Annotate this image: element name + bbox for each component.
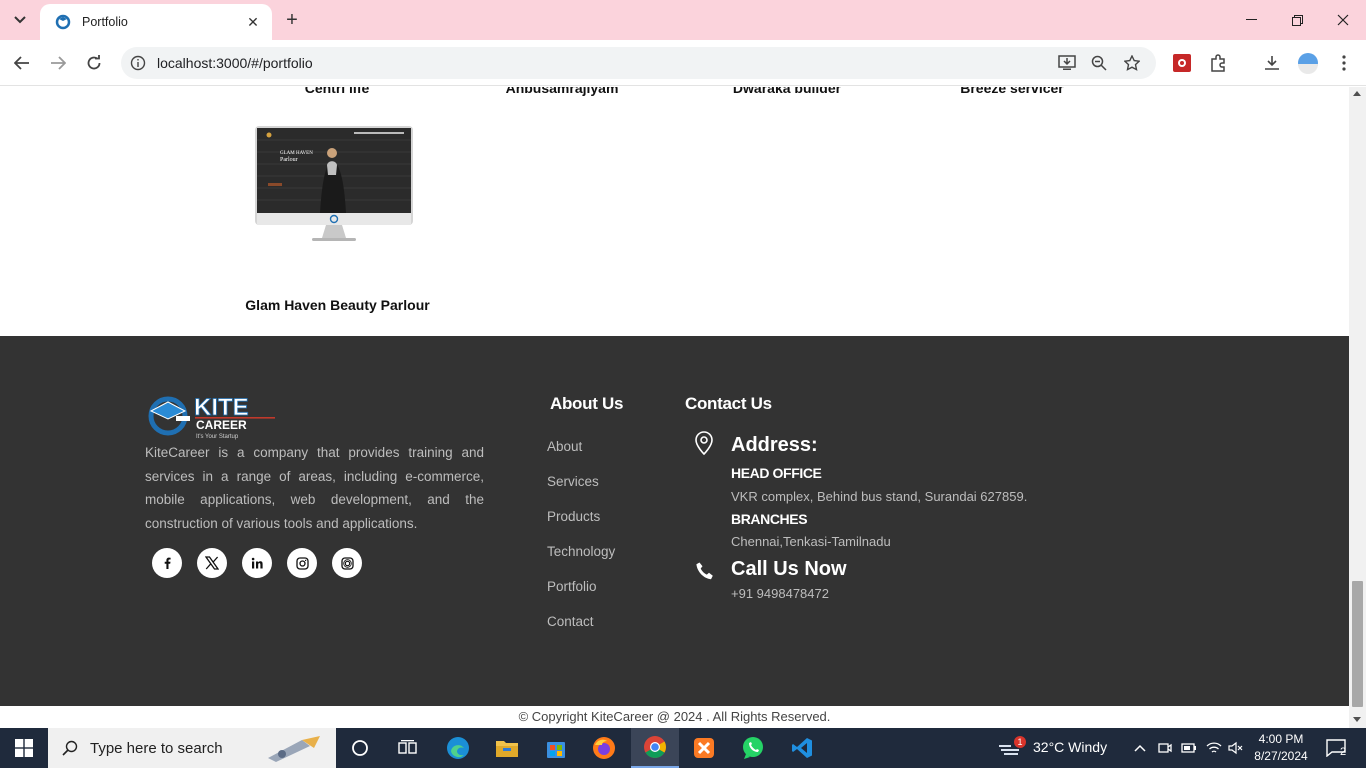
notifications-count: 2: [1340, 746, 1347, 758]
profile-avatar-icon[interactable]: [1293, 48, 1323, 78]
search-placeholder: Type here to search: [90, 739, 223, 757]
footer-link-about[interactable]: About: [547, 439, 582, 454]
minimize-window-icon[interactable]: [1228, 0, 1274, 40]
show-hidden-icons-chevron-icon[interactable]: [1128, 728, 1152, 768]
task-view-icon[interactable]: [384, 728, 432, 768]
weather-text[interactable]: 32°C Windy: [1033, 739, 1107, 755]
company-description: KiteCareer is a company that provides tr…: [145, 445, 484, 531]
extensions-puzzle-icon[interactable]: [1203, 48, 1233, 78]
tab-title: Portfolio: [82, 15, 128, 29]
page-scrollbar[interactable]: [1349, 87, 1366, 728]
site-footer: KITE CAREER It's Your Startup KiteCareer…: [0, 336, 1349, 706]
search-highlight-art-icon: [262, 732, 326, 768]
scroll-down-arrow-icon[interactable]: [1353, 717, 1361, 722]
browser-tabbar: Portfolio ✕ +: [0, 0, 1366, 40]
file-explorer-icon[interactable]: [483, 728, 531, 768]
url-text: localhost:3000/#/portfolio: [157, 55, 313, 71]
taskbar-search-box[interactable]: Type here to search: [48, 728, 336, 768]
tab-search-chevron-icon[interactable]: [6, 7, 34, 33]
browser-tab-portfolio[interactable]: Portfolio ✕: [40, 4, 272, 40]
edge-browser-icon[interactable]: [434, 728, 482, 768]
notifications-icon[interactable]: 2: [1316, 728, 1356, 768]
restore-window-icon[interactable]: [1274, 0, 1320, 40]
site-info-icon[interactable]: [123, 48, 153, 78]
clock-time: 4:00 PM: [1258, 732, 1304, 746]
kitecareer-logo[interactable]: KITE CAREER It's Your Startup: [145, 391, 277, 441]
head-office-address: VKR complex, Behind bus stand, Surandai …: [731, 489, 1028, 504]
clock-date: 8/27/2024: [1254, 749, 1308, 763]
branches-text: Chennai,Tenkasi-Tamilnadu: [731, 534, 891, 549]
call-us-heading: Call Us Now: [731, 558, 847, 580]
microsoft-store-icon[interactable]: [532, 728, 580, 768]
vscode-icon[interactable]: [778, 728, 826, 768]
wifi-icon[interactable]: [1203, 728, 1225, 768]
weather-icon[interactable]: 1: [988, 728, 1036, 768]
portfolio-caption[interactable]: Dwaraka builder: [677, 87, 897, 96]
chrome-icon[interactable]: [631, 728, 679, 768]
cortana-icon[interactable]: [336, 728, 384, 768]
portfolio-caption[interactable]: Breeze servicer: [902, 87, 1122, 96]
address-bar[interactable]: localhost:3000/#/portfolio: [121, 47, 1156, 79]
volume-muted-icon[interactable]: [1225, 728, 1247, 768]
card-screen-subtitle: Parlour: [280, 157, 298, 163]
portfolio-card-title[interactable]: Glam Haven Beauty Parlour: [220, 297, 455, 313]
search-icon: [62, 740, 78, 756]
threads-icon[interactable]: [332, 548, 362, 578]
footer-link-technology[interactable]: Technology: [547, 544, 615, 559]
logo-text: KITE: [194, 394, 249, 421]
windows-start-icon[interactable]: [0, 728, 48, 768]
copyright-text: © Copyright KiteCareer @ 2024 . All Righ…: [518, 709, 831, 724]
contact-us-heading: Contact Us: [685, 394, 772, 413]
battery-icon[interactable]: [1178, 728, 1200, 768]
facebook-icon[interactable]: [152, 548, 182, 578]
footer-link-portfolio[interactable]: Portfolio: [547, 579, 597, 594]
browser-menu-icon[interactable]: [1329, 48, 1359, 78]
head-office-label: HEAD OFFICE: [731, 465, 822, 481]
logo-sub: CAREER: [196, 418, 247, 432]
weather-badge: 1: [1014, 736, 1026, 748]
taskbar-clock[interactable]: 4:00 PM 8/27/2024: [1250, 731, 1312, 765]
branches-label: BRANCHES: [731, 511, 808, 527]
windows-taskbar: Type here to search 1 32°C Windy 4:00 PM…: [0, 728, 1366, 768]
instagram-icon[interactable]: [287, 548, 317, 578]
install-app-icon[interactable]: [1052, 48, 1082, 78]
meet-now-icon[interactable]: [1154, 728, 1176, 768]
whatsapp-icon[interactable]: [729, 728, 777, 768]
location-pin-icon: [694, 431, 714, 460]
browser-toolbar: localhost:3000/#/portfolio: [0, 40, 1366, 86]
footer-link-products[interactable]: Products: [547, 509, 600, 524]
bookmark-star-icon[interactable]: [1117, 48, 1147, 78]
logo-tagline: It's Your Startup: [196, 434, 239, 440]
phone-number[interactable]: +91 9498478472: [731, 586, 829, 601]
new-tab-button[interactable]: +: [280, 8, 304, 32]
phone-icon: [695, 561, 715, 586]
close-tab-icon[interactable]: ✕: [244, 13, 262, 31]
footer-link-services[interactable]: Services: [547, 474, 599, 489]
portfolio-caption[interactable]: Centri life: [227, 87, 447, 96]
address-heading: Address:: [731, 434, 818, 456]
kite-favicon-icon: [54, 13, 72, 31]
linkedin-icon[interactable]: [242, 548, 272, 578]
portfolio-card-image[interactable]: GLAM HAVEN Parlour: [254, 125, 414, 247]
about-us-heading: About Us: [550, 394, 624, 413]
scroll-up-arrow-icon[interactable]: [1353, 91, 1361, 96]
card-screen-title: GLAM HAVEN: [280, 151, 313, 156]
back-arrow-icon[interactable]: [7, 48, 37, 78]
scrollbar-thumb[interactable]: [1352, 581, 1363, 707]
forward-arrow-icon[interactable]: [43, 48, 73, 78]
close-window-icon[interactable]: [1320, 0, 1366, 40]
firefox-icon[interactable]: [580, 728, 628, 768]
downloads-icon[interactable]: [1257, 48, 1287, 78]
reload-icon[interactable]: [79, 48, 109, 78]
portfolio-caption[interactable]: Anbusamrajiyam: [452, 87, 672, 96]
footer-link-contact[interactable]: Contact: [547, 614, 594, 629]
zoom-icon[interactable]: [1084, 48, 1114, 78]
x-twitter-icon[interactable]: [197, 548, 227, 578]
xampp-icon[interactable]: [680, 728, 728, 768]
page-viewport: Centri life Anbusamrajiyam Dwaraka build…: [0, 87, 1349, 728]
extension-red-icon[interactable]: [1167, 48, 1197, 78]
